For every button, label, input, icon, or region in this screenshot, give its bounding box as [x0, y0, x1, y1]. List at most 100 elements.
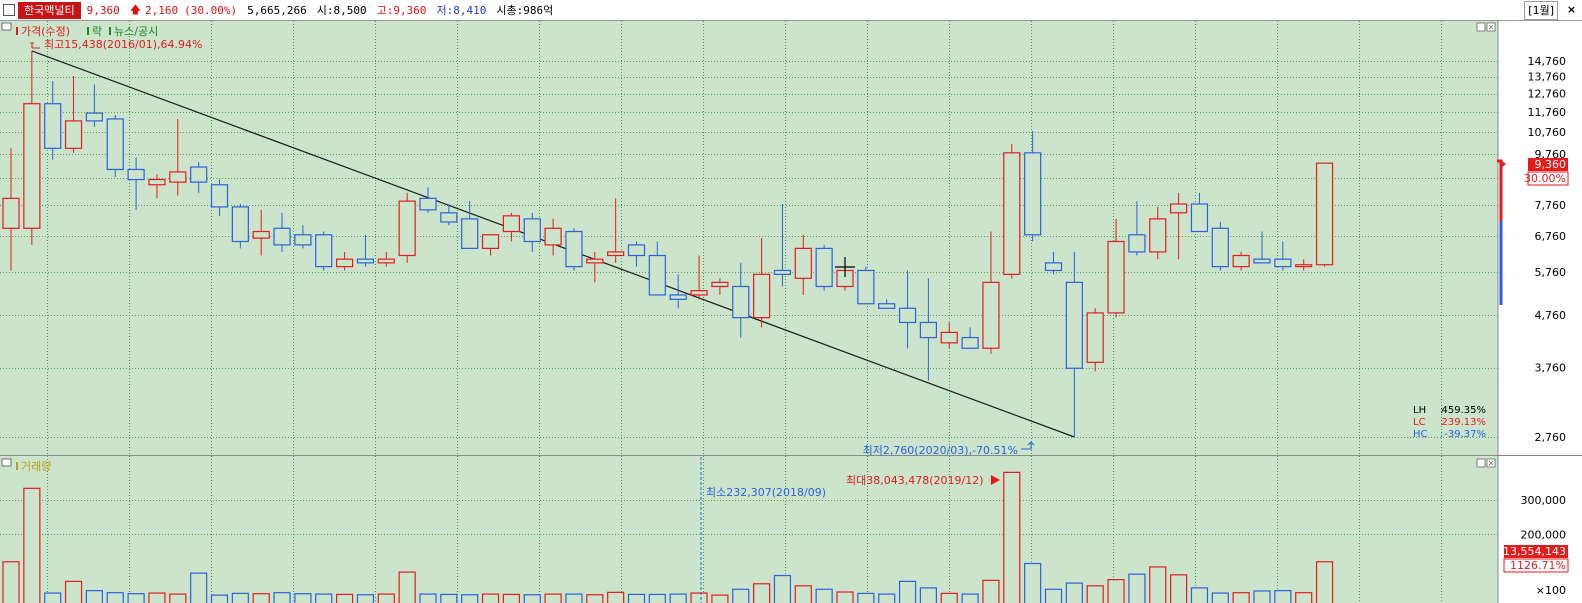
volume-bar — [669, 593, 687, 603]
candle-body — [356, 258, 375, 264]
legend-volume[interactable]: 거래량 — [21, 460, 51, 473]
volume-bar — [231, 592, 249, 603]
candle-body — [961, 336, 979, 349]
candle-body — [1003, 152, 1021, 275]
volume-bar — [190, 572, 208, 603]
open-price: 시:8,500 — [316, 4, 367, 17]
close-icon[interactable] — [1486, 22, 1496, 32]
legend-lock[interactable]: 락 — [92, 25, 102, 38]
maximize-icon[interactable] — [1476, 22, 1486, 32]
candle-body — [815, 247, 833, 288]
candle-body — [23, 103, 41, 229]
candle-body — [273, 227, 291, 246]
candle-body — [1169, 203, 1188, 214]
volume-bar — [523, 594, 541, 603]
candle-body — [711, 281, 729, 288]
volume-bar — [1086, 585, 1104, 603]
y-tick-label: 300,000 — [1521, 494, 1567, 507]
volume-bar — [461, 594, 479, 603]
candle-body — [544, 227, 562, 246]
volume-bar — [210, 594, 229, 603]
legend-marker-icon — [16, 27, 18, 35]
volume-bar — [627, 593, 646, 603]
volume-bar — [898, 580, 917, 603]
legend-marker-icon — [87, 27, 89, 35]
candle-body — [1190, 203, 1209, 233]
stat-lh-value: 459.35% — [1442, 405, 1487, 416]
candle-body — [1211, 227, 1229, 268]
volume-bar — [1003, 471, 1021, 603]
candle-body — [398, 200, 416, 257]
volume-bar — [732, 588, 750, 603]
volume-bar — [1044, 588, 1063, 603]
close-icon[interactable]: × — [1565, 3, 1578, 16]
volume-bar — [1024, 562, 1042, 603]
legend-price[interactable]: 가격(수정) — [21, 25, 70, 38]
candle-body — [1149, 218, 1167, 253]
svg-text::: : — [1440, 429, 1443, 440]
legend-news[interactable]: 뉴스/공시 — [114, 25, 158, 38]
candle-body — [565, 230, 583, 268]
candle-body — [1274, 258, 1292, 268]
volume-bar — [127, 593, 145, 603]
candle-body — [1044, 262, 1063, 272]
candle-body — [857, 269, 875, 305]
y-tick-label: 6,760 — [1535, 230, 1567, 243]
candle-body — [336, 258, 354, 268]
candle-body — [231, 206, 249, 243]
candle-body — [878, 303, 896, 309]
volume-bar — [1149, 566, 1167, 603]
current-price: 9,360 — [86, 3, 120, 17]
trade-volume: 5,665,266 — [247, 3, 307, 17]
volume-bar — [273, 592, 291, 603]
candle-body — [481, 234, 500, 249]
candle-body — [648, 254, 666, 296]
candle-body — [440, 212, 458, 223]
volume-bar — [64, 580, 83, 603]
maximize-icon[interactable] — [1476, 458, 1486, 468]
panel-menu-icon[interactable] — [1, 22, 12, 31]
volume-unit: ×100 — [1536, 584, 1566, 597]
volume-bar — [336, 593, 354, 603]
y-tick-label: 14,760 — [1528, 55, 1567, 68]
volume-bar — [940, 592, 958, 603]
candle-body — [315, 234, 333, 268]
volume-bar — [1065, 582, 1083, 603]
candle-body — [523, 218, 541, 243]
candle-body — [627, 244, 646, 257]
stock-name[interactable]: 한국맥널티 — [18, 1, 81, 19]
stats-box: LH : 459.35% LC : 239.13% HC : -39.37% — [1413, 405, 1486, 440]
candle-body — [1086, 312, 1104, 363]
candle-body — [1232, 254, 1250, 268]
select-checkbox[interactable] — [3, 4, 15, 16]
volume-bar — [2, 561, 20, 603]
min-note: 최저2,760(2020/03),-70.51% — [863, 444, 1018, 457]
volume-bar — [711, 594, 729, 603]
volume-rate-text: 1126.71% — [1510, 559, 1566, 572]
high-price: 고:9,360 — [376, 4, 427, 17]
stat-lh-key: LH — [1413, 405, 1426, 416]
panel-menu-icon[interactable] — [1, 458, 12, 467]
volume-bar — [294, 593, 312, 603]
stat-lc-value: 239.13% — [1442, 417, 1487, 428]
volume-bar — [481, 593, 500, 603]
candle-body — [1065, 281, 1083, 369]
quote-bar: 한국맥널티 9,360 🡅 2,160 (30.00%) 5,665,266 시… — [0, 0, 1582, 21]
y-tick-label: 12,760 — [1528, 88, 1567, 101]
candle-body — [1295, 264, 1313, 268]
volume-bar — [961, 593, 979, 603]
change-rate: (30.00%) — [184, 3, 238, 17]
y-tick-label: 11,760 — [1528, 106, 1567, 119]
volume-bar — [815, 588, 833, 603]
volume-bar — [252, 593, 270, 603]
period-selector[interactable]: [1월] — [1524, 1, 1558, 20]
volume-bar — [773, 574, 792, 603]
candle-body — [169, 171, 187, 183]
y-tick-label: 13,760 — [1528, 71, 1567, 84]
candle-body — [1128, 234, 1146, 253]
y-tick-label: 3,760 — [1535, 362, 1567, 375]
candle-body — [1253, 258, 1271, 264]
close-icon[interactable] — [1486, 458, 1496, 468]
candle-body — [732, 285, 750, 319]
volume-bar — [544, 593, 562, 603]
